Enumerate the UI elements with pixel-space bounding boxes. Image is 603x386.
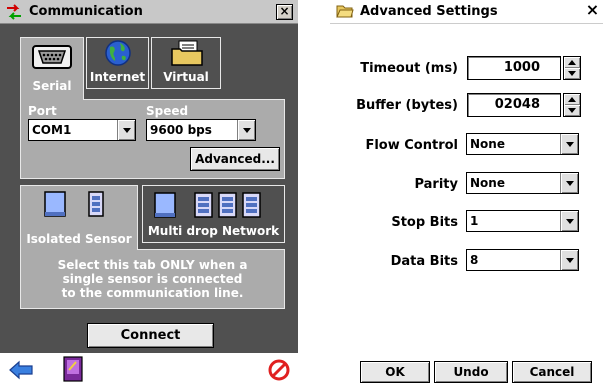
multi-sensor-icon <box>154 192 261 218</box>
folder-icon <box>171 40 203 66</box>
port-label: Port <box>28 104 57 118</box>
stop-bits-label: Stop Bits <box>391 215 458 230</box>
info-line: to the communication line. <box>61 286 244 300</box>
communication-titlebar: Communication × <box>0 0 298 24</box>
folder-open-icon <box>336 5 354 18</box>
data-bits-select[interactable]: 8 <box>466 249 579 271</box>
cancel-button[interactable]: Cancel <box>512 361 592 383</box>
port-select[interactable]: COM1 <box>28 119 136 141</box>
timeout-label: Timeout (ms) <box>360 61 458 76</box>
tab-internet[interactable]: Internet <box>86 37 149 89</box>
timeout-spinner[interactable] <box>563 56 581 80</box>
serial-port-icon <box>32 45 72 69</box>
port-select-value: COM1 <box>32 123 72 137</box>
buffer-input[interactable]: 02048 <box>467 93 561 117</box>
speed-label: Speed <box>146 104 189 118</box>
chevron-down-icon[interactable] <box>117 120 135 140</box>
book-icon[interactable] <box>62 356 84 382</box>
stop-bits-select[interactable]: 1 <box>466 210 579 232</box>
info-line: Select this tab ONLY when a <box>57 258 248 272</box>
tab-serial[interactable]: Serial <box>20 37 84 100</box>
chevron-down-icon[interactable] <box>560 211 578 231</box>
tab-multi-drop-network[interactable]: Multi drop Network <box>142 185 285 243</box>
command-bar <box>0 353 298 386</box>
flow-control-select[interactable]: None <box>466 133 579 155</box>
chevron-down-icon[interactable] <box>237 120 255 140</box>
communication-close-button[interactable]: × <box>276 4 293 20</box>
tab-virtual[interactable]: Virtual <box>151 37 221 89</box>
advanced-close-button[interactable]: × <box>584 2 601 19</box>
tab-serial-label: Serial <box>32 79 72 93</box>
buffer-value: 02048 <box>494 97 540 112</box>
globe-icon <box>105 40 131 66</box>
parity-label: Parity <box>414 177 458 192</box>
spin-up-icon[interactable] <box>564 94 580 105</box>
timeout-value: 1000 <box>503 60 540 75</box>
buffer-spinner[interactable] <box>563 93 581 117</box>
advanced-title: Advanced Settings <box>360 4 498 19</box>
tab-isolated-sensor[interactable]: Isolated Sensor <box>20 185 138 250</box>
info-line: single sensor is connected <box>62 272 243 286</box>
sensor-info-text: Select this tab ONLY when a single senso… <box>20 258 285 300</box>
speed-select[interactable]: 9600 bps <box>146 119 256 141</box>
advanced-settings-window: Advanced Settings × Timeout (ms) 1000 Bu… <box>330 0 603 386</box>
flow-control-value: None <box>470 137 505 151</box>
timeout-input[interactable]: 1000 <box>467 56 561 80</box>
transfer-arrows-icon <box>7 3 21 20</box>
parity-select[interactable]: None <box>466 172 579 194</box>
single-sensor-icon <box>44 191 104 217</box>
advanced-titlebar: Advanced Settings × <box>330 0 603 24</box>
flow-control-label: Flow Control <box>365 138 458 153</box>
stop-bits-value: 1 <box>470 214 479 228</box>
chevron-down-icon[interactable] <box>560 173 578 193</box>
connect-button[interactable]: Connect <box>87 323 214 348</box>
communication-title: Communication <box>29 4 143 19</box>
parity-value: None <box>470 176 505 190</box>
spin-down-icon[interactable] <box>564 105 580 116</box>
back-arrow-icon[interactable] <box>8 360 34 380</box>
buffer-label: Buffer (bytes) <box>356 98 458 113</box>
stop-icon[interactable] <box>268 359 290 381</box>
spin-down-icon[interactable] <box>564 68 580 79</box>
communication-window: Communication × Serial Internet Virtual … <box>0 0 298 386</box>
spin-up-icon[interactable] <box>564 57 580 68</box>
tab-isolated-sensor-label: Isolated Sensor <box>26 232 132 246</box>
data-bits-label: Data Bits <box>390 254 458 269</box>
speed-select-value: 9600 bps <box>150 123 212 137</box>
chevron-down-icon[interactable] <box>560 250 578 270</box>
data-bits-value: 8 <box>470 253 479 267</box>
tab-virtual-label: Virtual <box>163 70 209 84</box>
chevron-down-icon[interactable] <box>560 134 578 154</box>
undo-button[interactable]: Undo <box>434 361 508 383</box>
tab-internet-label: Internet <box>89 70 146 84</box>
advanced-button[interactable]: Advanced... <box>190 147 280 171</box>
tab-multi-drop-network-label: Multi drop Network <box>147 224 280 238</box>
ok-button[interactable]: OK <box>360 361 430 383</box>
